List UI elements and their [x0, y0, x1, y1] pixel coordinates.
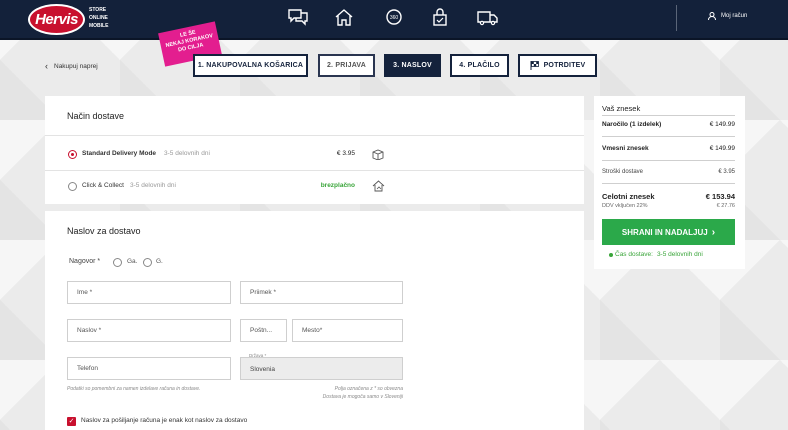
city-field[interactable]: Mesto* — [292, 319, 403, 342]
divider — [45, 170, 584, 171]
step-address[interactable]: 3. NASLOV — [384, 54, 441, 77]
postal-code-placeholder: Poštn... — [250, 327, 273, 334]
vat-value: € 27.76 — [716, 203, 735, 209]
step-label: 4. PLAČILO — [459, 62, 500, 69]
360-label: 360 — [390, 15, 399, 21]
step-login[interactable]: 2. PRIJAVA — [318, 54, 375, 77]
continue-shopping-link[interactable]: ‹ Nakupuj naprej — [45, 61, 98, 71]
phone-field[interactable]: Telefon — [67, 357, 231, 380]
step-label: POTRDITEV — [543, 62, 586, 69]
checkered-flag-icon — [530, 61, 539, 70]
country-value: Slovenia — [250, 365, 275, 373]
green-dot-icon — [609, 253, 613, 257]
divider — [602, 160, 735, 161]
step-confirmation[interactable]: POTRDITEV — [518, 54, 597, 77]
street-field[interactable]: Naslov * — [67, 319, 231, 342]
delivery-method-title: Način dostave — [67, 111, 125, 121]
delivery-time-info: Čas dostave: 3-5 delovnih dni — [609, 251, 703, 258]
step-label: 2. PRIJAVA — [326, 62, 367, 69]
checkmark-icon: ✓ — [68, 418, 75, 425]
chevron-right-icon: › — [711, 226, 716, 238]
city-placeholder: Mesto* — [302, 327, 323, 334]
vat-label: DDV vključen 22% — [602, 203, 648, 209]
phone-hint: Podatki so pomembni za namen izdelave ra… — [67, 386, 201, 392]
header-divider — [676, 5, 677, 31]
order-value: € 149.99 — [709, 121, 735, 128]
click-collect-time: 3-5 delovnih dni — [130, 182, 176, 189]
home-icon[interactable] — [333, 7, 355, 27]
step-cart[interactable]: 1. NAKUPOVALNA KOŠARICA — [193, 54, 308, 77]
save-and-continue-button[interactable]: SHRANI IN NADALJUJ › — [602, 219, 735, 245]
first-name-placeholder: Ime * — [77, 289, 93, 296]
total-value: € 153.94 — [705, 192, 735, 201]
top-header: Hervis STORE ONLINE MOBILE 360 Moj račun — [0, 0, 788, 40]
standard-delivery-time: 3-5 delovnih dni — [164, 150, 210, 157]
subtotal-label: Vmesni znesek — [602, 145, 649, 152]
save-and-continue-label: SHRANI IN NADALJUJ — [621, 227, 708, 237]
salutation-mr-label: G. — [156, 258, 163, 265]
click-collect-label: Click & Collect — [82, 182, 124, 189]
billing-same-checkbox[interactable]: ✓ — [67, 417, 76, 426]
salutation-label: Nagovor * — [69, 258, 101, 265]
standard-delivery-price: € 3.95 — [336, 150, 355, 157]
divider — [602, 115, 735, 116]
standard-delivery-radio[interactable] — [68, 150, 77, 159]
salutation-ms-label: Ga. — [127, 258, 138, 265]
logo-text: Hervis — [35, 11, 78, 28]
salutation-mr-radio[interactable] — [143, 258, 152, 267]
last-name-field[interactable]: Priimek * — [240, 281, 403, 304]
total-label: Celotni znesek — [602, 192, 655, 201]
step-payment[interactable]: 4. PLAČILO — [450, 54, 509, 77]
lock-icon[interactable] — [429, 7, 451, 27]
delivery-time-label: Čas dostave: — [615, 251, 653, 258]
store-pickup-icon — [372, 180, 385, 192]
salutation-ms-radio[interactable] — [113, 258, 122, 267]
delivery-address-title: Naslov za dostavo — [67, 226, 141, 236]
account-link[interactable]: Moj račun — [708, 12, 747, 20]
subtotal-value: € 149.99 — [709, 145, 735, 152]
shipping-value: € 3.95 — [718, 169, 735, 175]
standard-delivery-label: Standard Delivery Mode — [82, 150, 157, 157]
street-placeholder: Naslov * — [77, 327, 102, 334]
click-collect-radio[interactable] — [68, 182, 77, 191]
continue-shopping-label: Nakupuj naprej — [54, 62, 98, 70]
country-label: Država * — [249, 353, 267, 358]
delivery-time-value: 3-5 delovnih dni — [656, 251, 703, 258]
shipping-label: Stroški dostave — [602, 169, 644, 175]
package-icon — [372, 149, 384, 160]
chevron-left-icon: ‹ — [45, 61, 48, 71]
logo-sub-line: MOBILE — [89, 23, 109, 29]
billing-same-label: Naslov za pošiljanje računa je enak kot … — [81, 417, 248, 424]
divider — [602, 183, 735, 184]
logo-sub-line: ONLINE — [89, 15, 108, 21]
required-hint-line: Polja označena z * so obvezna — [334, 386, 403, 392]
logo-sub-line: STORE — [89, 7, 107, 13]
order-label: Naročilo (1 izdelek) — [602, 121, 662, 128]
summary-title: Vaš znesek — [602, 104, 641, 113]
required-hint: Polja označena z * so obvezna Dostava je… — [280, 385, 403, 401]
postal-code-field[interactable]: Poštn... — [240, 319, 287, 342]
chat-icon[interactable] — [287, 7, 309, 27]
account-label: Moj račun — [721, 13, 748, 19]
required-hint-line: Dostava je mogoča samo v Sloveniji — [322, 394, 403, 400]
step-label: 3. NASLOV — [393, 62, 432, 69]
click-collect-price: brezplačno — [320, 182, 355, 189]
user-icon — [708, 12, 716, 20]
360-icon[interactable]: 360 — [383, 7, 405, 27]
phone-placeholder: Telefon — [77, 365, 98, 372]
hervis-logo[interactable]: Hervis — [28, 4, 85, 35]
divider — [602, 136, 735, 137]
delivery-truck-icon[interactable] — [477, 7, 499, 27]
last-name-placeholder: Priimek * — [250, 289, 277, 296]
step-label: 1. NAKUPOVALNA KOŠARICA — [197, 62, 304, 69]
country-field: Država * Slovenia — [240, 353, 403, 380]
divider — [45, 135, 584, 136]
first-name-field[interactable]: Ime * — [67, 281, 231, 304]
logo-subtitle: STORE ONLINE MOBILE — [89, 6, 108, 30]
